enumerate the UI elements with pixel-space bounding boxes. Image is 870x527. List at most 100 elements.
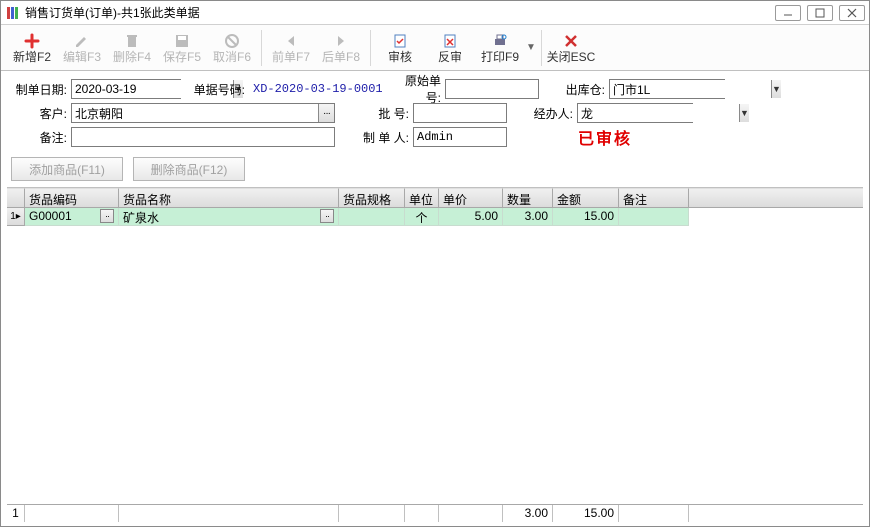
cell-name[interactable]: 矿泉水·· xyxy=(119,208,339,226)
print-icon xyxy=(491,32,509,50)
cancel-button[interactable]: 取消F6 xyxy=(207,27,257,69)
cust-label: 客户: xyxy=(9,105,67,122)
footer-memo xyxy=(619,505,689,522)
date-combo[interactable]: ▼ xyxy=(71,79,181,99)
cell-unit[interactable]: 个 xyxy=(405,208,439,226)
col-price[interactable]: 单价 xyxy=(439,188,503,208)
footer-idx: 1 xyxy=(7,505,25,522)
close-label: 关闭ESC xyxy=(547,51,596,63)
undo-doc-icon xyxy=(441,32,459,50)
close-icon xyxy=(562,32,580,50)
outwh-input[interactable] xyxy=(610,80,771,98)
trash-icon xyxy=(123,32,141,50)
cell-qty[interactable]: 3.00 xyxy=(503,208,553,226)
prev-button[interactable]: 前单F7 xyxy=(266,27,316,69)
minimize-button[interactable] xyxy=(775,5,801,21)
grid-footer: 1 3.00 15.00 xyxy=(7,504,863,522)
cancel-icon xyxy=(223,32,241,50)
col-spacer xyxy=(689,188,863,208)
check-doc-icon xyxy=(391,32,409,50)
cell-price[interactable]: 5.00 xyxy=(439,208,503,226)
table-row[interactable]: 1▸ G00001·· 矿泉水·· 个 5.00 3.00 15.00 xyxy=(7,208,863,226)
maker-label: 制 单 人: xyxy=(359,129,409,146)
col-indicator xyxy=(7,188,25,208)
footer-qty: 3.00 xyxy=(503,505,553,522)
handler-combo[interactable]: ▼ xyxy=(577,103,693,123)
plus-icon xyxy=(23,32,41,50)
docno-label: 单据号码: xyxy=(185,81,245,98)
edit-button[interactable]: 编辑F3 xyxy=(57,27,107,69)
maker-input[interactable] xyxy=(413,127,507,147)
approve-button[interactable]: 审核 xyxy=(375,27,425,69)
cust-input[interactable] xyxy=(72,104,318,122)
arrow-left-icon xyxy=(282,32,300,50)
docno-value: XD-2020-03-19-0001 xyxy=(249,82,387,96)
outwh-label: 出库仓: xyxy=(555,81,605,98)
close-toolbar-button[interactable]: 关闭ESC xyxy=(546,27,596,69)
col-name[interactable]: 货品名称 xyxy=(119,188,339,208)
memo-label: 备注: xyxy=(9,129,67,146)
col-amt[interactable]: 金额 xyxy=(553,188,619,208)
cell-spec[interactable] xyxy=(339,208,405,226)
cancel-label: 取消F6 xyxy=(213,51,251,63)
orig-label: 原始单号: xyxy=(391,72,441,106)
item-buttons: 添加商品(F11) 删除商品(F12) xyxy=(1,153,869,187)
footer-name xyxy=(119,505,339,522)
separator xyxy=(541,30,542,66)
save-button[interactable]: 保存F5 xyxy=(157,27,207,69)
next-button[interactable]: 后单F8 xyxy=(316,27,366,69)
handler-input[interactable] xyxy=(578,104,739,122)
col-qty[interactable]: 数量 xyxy=(503,188,553,208)
batch-label: 批 号: xyxy=(359,105,409,122)
col-code[interactable]: 货品编码 xyxy=(25,188,119,208)
col-spec[interactable]: 货品规格 xyxy=(339,188,405,208)
footer-spec xyxy=(339,505,405,522)
orig-input[interactable] xyxy=(445,79,539,99)
delete-button[interactable]: 删除F4 xyxy=(107,27,157,69)
cust-lookup[interactable]: ··· xyxy=(71,103,335,123)
batch-input[interactable] xyxy=(413,103,507,123)
grid-body[interactable]: 1▸ G00001·· 矿泉水·· 个 5.00 3.00 15.00 xyxy=(7,208,863,504)
add-button[interactable]: 新增F2 xyxy=(7,27,57,69)
date-label: 制单日期: xyxy=(9,81,67,98)
pencil-icon xyxy=(73,32,91,50)
save-label: 保存F5 xyxy=(163,51,201,63)
dropdown-icon[interactable]: ▼ xyxy=(739,104,749,122)
print-button[interactable]: 打印F9 xyxy=(475,27,525,69)
delete-label: 删除F4 xyxy=(113,51,151,63)
memo-input[interactable] xyxy=(71,127,335,147)
unapprove-button[interactable]: 反审 xyxy=(425,27,475,69)
dropdown-icon[interactable]: ▼ xyxy=(771,80,781,98)
col-unit[interactable]: 单位 xyxy=(405,188,439,208)
add-item-button[interactable]: 添加商品(F11) xyxy=(11,157,123,181)
cell-code[interactable]: G00001·· xyxy=(25,208,119,226)
maximize-button[interactable] xyxy=(807,5,833,21)
window-title: 销售订货单(订单)-共1张此类单据 xyxy=(25,4,775,21)
delete-item-button[interactable]: 删除商品(F12) xyxy=(133,157,245,181)
print-dropdown[interactable]: ▼ xyxy=(525,42,537,53)
save-icon xyxy=(173,32,191,50)
print-label: 打印F9 xyxy=(481,51,519,63)
ellipsis-icon[interactable]: ·· xyxy=(100,209,114,223)
footer-code xyxy=(25,505,119,522)
cell-memo[interactable] xyxy=(619,208,689,226)
col-memo[interactable]: 备注 xyxy=(619,188,689,208)
toolbar: 新增F2 编辑F3 删除F4 保存F5 取消F6 前单F7 后单F8 审核 反审… xyxy=(1,25,869,71)
footer-price xyxy=(439,505,503,522)
row-indicator: 1▸ xyxy=(7,208,25,226)
app-icon xyxy=(5,5,21,21)
unapprove-label: 反审 xyxy=(438,51,462,63)
titlebar: 销售订货单(订单)-共1张此类单据 xyxy=(1,1,869,25)
outwh-combo[interactable]: ▼ xyxy=(609,79,725,99)
grid-header: 货品编码 货品名称 货品规格 单位 单价 数量 金额 备注 xyxy=(7,188,863,208)
cell-amt[interactable]: 15.00 xyxy=(553,208,619,226)
footer-spacer xyxy=(689,505,863,522)
grid: 货品编码 货品名称 货品规格 单位 单价 数量 金额 备注 1▸ G00001·… xyxy=(7,187,863,522)
approve-label: 审核 xyxy=(388,51,412,63)
ellipsis-icon[interactable]: ··· xyxy=(318,104,334,122)
ellipsis-icon[interactable]: ·· xyxy=(320,209,334,223)
add-label: 新增F2 xyxy=(13,51,51,63)
handler-label: 经办人: xyxy=(523,105,573,122)
approved-stamp: 已审核 xyxy=(523,125,687,149)
close-button[interactable] xyxy=(839,5,865,21)
